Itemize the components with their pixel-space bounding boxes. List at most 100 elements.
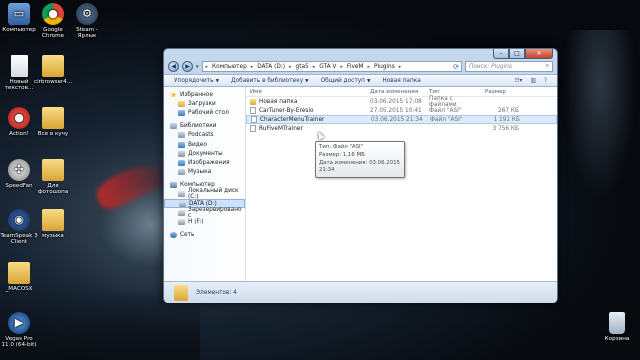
tooltip-type: Тип: Файл "ASI" (319, 144, 364, 150)
folder-icon (42, 159, 64, 181)
nav-music[interactable]: Музыка (164, 168, 245, 177)
desktop-icon-clrbrowser[interactable]: clrbrowser4... (34, 55, 72, 85)
desktop-icon-speedfan[interactable]: ✣ SpeedFan (0, 159, 38, 189)
organize-menu[interactable]: Упорядочить ▼ (174, 78, 219, 84)
breadcrumb-separator-icon[interactable]: ▸ (250, 64, 255, 70)
minimize-icon: – (499, 50, 503, 57)
back-button[interactable]: ◀ (168, 61, 179, 72)
recent-pages-dropdown-icon[interactable]: ▾ (196, 64, 199, 70)
preview-pane-icon[interactable]: ▥ (530, 78, 535, 84)
nav-podcasts[interactable]: Podcasts (164, 131, 245, 140)
explorer-window: – □ ✕ ◀ ▶ ▾ ▸ Компьютер ▸ DATA (D:) ▸ gt… (163, 48, 558, 303)
forward-button[interactable]: ▶ (182, 61, 193, 72)
back-arrow-icon: ◀ (171, 63, 176, 70)
navigation-row: ◀ ▶ ▾ ▸ Компьютер ▸ DATA (D:) ▸ gta5 ▸ G… (164, 59, 557, 74)
breadcrumb-plugins[interactable]: Plugins (372, 64, 397, 70)
folder-icon (42, 107, 64, 129)
address-bar[interactable]: ▸ Компьютер ▸ DATA (D:) ▸ gta5 ▸ GTA V ▸… (201, 61, 462, 72)
desktop-icon-action[interactable]: ● Action! (0, 107, 38, 137)
view-options-icon[interactable]: ☷▾ (514, 78, 522, 84)
chrome-icon: ● (42, 3, 64, 25)
text-document-icon (10, 55, 28, 77)
breadcrumb-gta-v[interactable]: GTA V (317, 64, 338, 70)
breadcrumb-data-drive[interactable]: DATA (D:) (255, 64, 287, 70)
help-icon[interactable]: ? (544, 78, 547, 84)
minimize-button[interactable]: – (493, 49, 509, 59)
nav-local-disk-c[interactable]: Локальный диск (C:) (164, 188, 245, 200)
address-root-icon: ▸ (205, 63, 209, 70)
desktop-icon-text-document[interactable]: Новый текстов... (0, 55, 38, 92)
file-row-cartuner[interactable]: CarTuner-By-Eresio 27.05.2015 10:41 Файл… (246, 106, 557, 115)
command-bar: Упорядочить ▼ Добавить в библиотеку ▼ Общи… (164, 74, 557, 87)
action-icon: ● (8, 107, 30, 129)
desktop-icon-steam[interactable]: ⚙ Steam - Ярлык (68, 3, 106, 40)
desktop-icon-recycle-bin[interactable]: Корзина (598, 312, 636, 342)
file-row-new-folder[interactable]: Новая папка 03.06.2015 17:08 Папка с фай… (246, 96, 557, 108)
nav-documents[interactable]: Документы (164, 149, 245, 158)
drive-icon (179, 200, 186, 207)
maximize-button[interactable]: □ (509, 49, 525, 59)
desktop-icon-vegas[interactable]: ▶ Vegas Pro 11.0 (64-bit) (0, 312, 38, 349)
close-button[interactable]: ✕ (525, 49, 553, 59)
recycle-bin-icon (609, 312, 625, 334)
folder-icon (42, 209, 64, 231)
vegas-icon: ▶ (8, 312, 30, 334)
star-icon (170, 91, 177, 98)
breadcrumb-separator-icon[interactable]: ▸ (366, 64, 371, 70)
breadcrumb-separator-icon[interactable]: ▸ (339, 64, 344, 70)
share-menu[interactable]: Общий доступ ▼ (321, 78, 371, 84)
breadcrumb-separator-icon[interactable]: ▸ (398, 64, 403, 70)
column-header-name[interactable]: Имя (246, 89, 366, 95)
file-row-rufivem-trainer[interactable]: RuFiveMTrainer 3 756 КБ (246, 124, 557, 133)
file-icon (250, 125, 256, 132)
computer-icon: ▭ (8, 3, 30, 25)
search-box[interactable]: Поиск: Plugins ⌕ (465, 61, 553, 72)
column-headers: Имя Дата изменения Тип Размер (246, 87, 557, 97)
drive-icon (178, 209, 185, 216)
video-icon (178, 141, 185, 148)
column-header-size[interactable]: Размер (481, 89, 521, 95)
nav-network[interactable]: Сеть (164, 231, 245, 240)
music-icon (178, 169, 185, 176)
refresh-icon[interactable]: ⟳ (453, 63, 459, 71)
search-input[interactable]: Поиск: Plugins (469, 64, 512, 70)
folder-icon (42, 55, 64, 77)
desktop-icon (178, 109, 185, 116)
nav-reserved-drive[interactable]: Зарезервировано с (164, 207, 245, 219)
column-header-date[interactable]: Дата изменения (366, 89, 425, 95)
nav-images[interactable]: Изображения (164, 158, 245, 167)
breadcrumb-separator-icon[interactable]: ▸ (288, 64, 293, 70)
close-icon: ✕ (536, 50, 542, 57)
nav-libraries[interactable]: Библиотеки (164, 122, 245, 131)
new-folder-button[interactable]: Новая папка (382, 78, 420, 84)
add-to-library-menu[interactable]: Добавить в библиотеку ▼ (231, 78, 309, 84)
chevron-down-icon: ▼ (215, 78, 220, 84)
file-row-character-menu-trainer[interactable]: CharacterMenuTrainer 03.06.2015 21:34 Фа… (246, 115, 557, 124)
computer-icon (170, 182, 177, 189)
view-controls: ☷▾ ▥ ? (514, 78, 547, 84)
desktop-icon-teamspeak[interactable]: ◉ TeamSpeak 3 Client (0, 209, 38, 246)
breadcrumb-gta5[interactable]: gta5 (294, 64, 311, 70)
nav-favorites[interactable]: Избранное (164, 90, 245, 99)
desktop-icon-all-in-pile[interactable]: Все в кучу (34, 107, 72, 137)
search-icon: ⌕ (545, 63, 549, 69)
window-controls: – □ ✕ (493, 49, 553, 59)
nav-video[interactable]: Видео (164, 140, 245, 149)
desktop-icon-music-folder[interactable]: музыка (34, 209, 72, 239)
breadcrumb-fivem[interactable]: FiveM (345, 64, 366, 70)
title-bar[interactable]: – □ ✕ (164, 49, 557, 59)
breadcrumb-separator-icon[interactable]: ▸ (312, 64, 317, 70)
column-header-type[interactable]: Тип (425, 89, 481, 95)
item-count: Элементов: 4 (196, 289, 237, 296)
desktop-icon-chrome[interactable]: ● Google Chrome (34, 3, 72, 40)
chevron-down-icon: ▼ (305, 78, 309, 84)
nav-downloads[interactable]: Загрузки (164, 99, 245, 108)
desktop-icon-photoshop-folder[interactable]: Для фотошопа (34, 159, 72, 196)
tooltip-date: Дата изменения: 03.06.2015 21:34 (319, 159, 400, 174)
file-icon (251, 116, 257, 123)
desktop-icon-computer[interactable]: ▭ Компьютер (0, 3, 38, 33)
nav-desktop[interactable]: Рабочий стол (164, 108, 245, 117)
breadcrumb-computer[interactable]: Компьютер (210, 64, 249, 70)
forward-arrow-icon: ▶ (185, 63, 190, 70)
desktop-icon-macosx[interactable]: _MACOSX (0, 262, 38, 292)
